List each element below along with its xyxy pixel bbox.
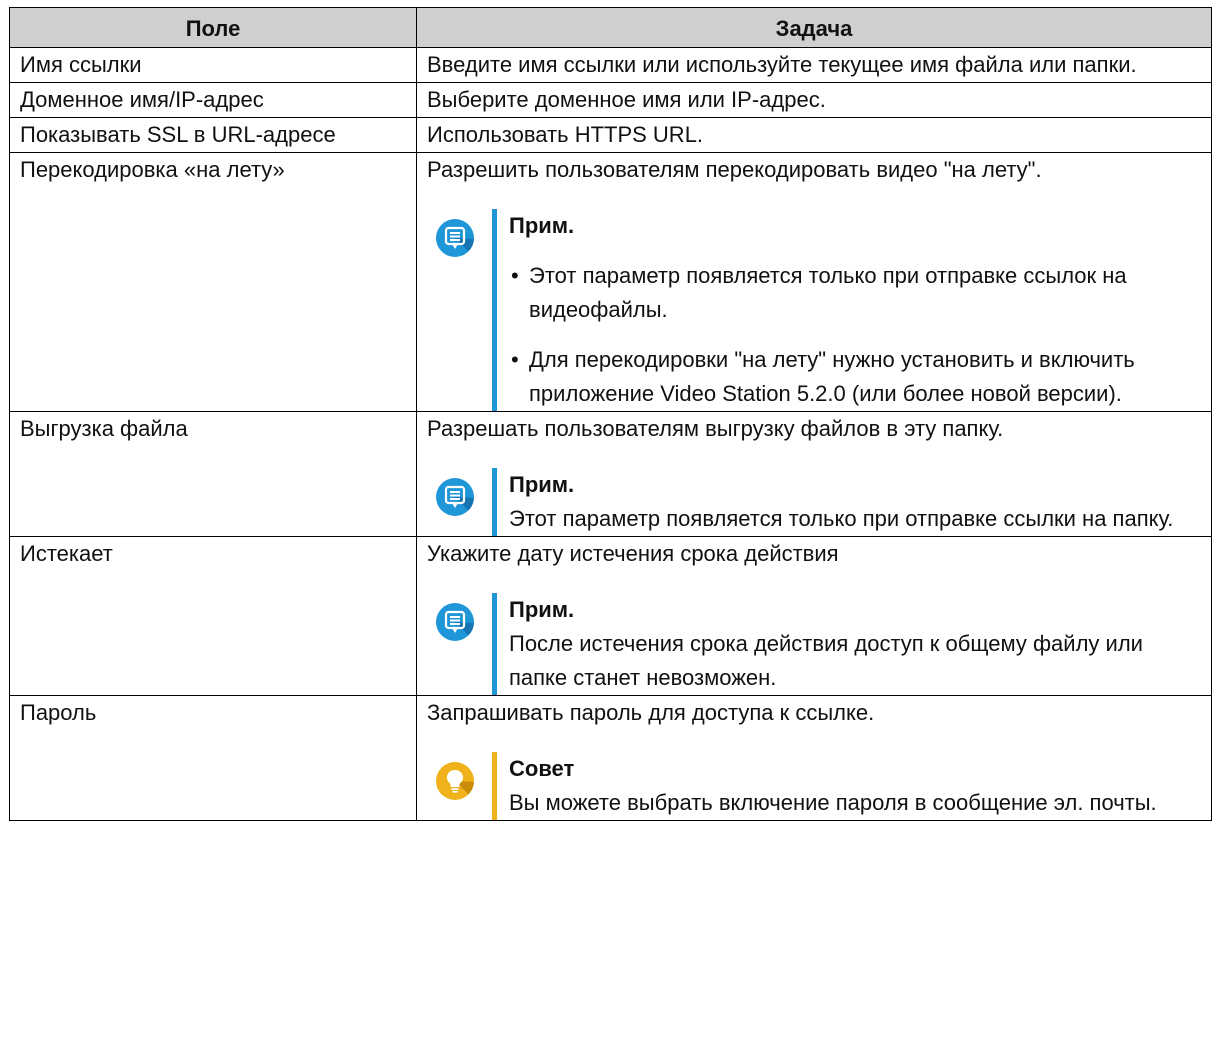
task-cell: Выберите доменное имя или IP-адрес.	[416, 82, 1212, 118]
list-item: Для перекодировки "на лету" нужно устано…	[509, 343, 1202, 411]
header-task: Задача	[416, 7, 1212, 48]
list-item: Этот параметр появляется только при отпр…	[509, 259, 1202, 327]
task-text: Выберите доменное имя или IP-адрес.	[427, 87, 826, 112]
tip-body: Совет Вы можете выбрать включение пароля…	[509, 752, 1202, 820]
task-text: Введите имя ссылки или используйте текущ…	[427, 52, 1137, 77]
note-accent-bar	[492, 468, 497, 536]
tip-text: Вы можете выбрать включение пароля в соо…	[509, 790, 1157, 815]
field-cell: Перекодировка «на лету»	[9, 152, 417, 412]
note-list: Этот параметр появляется только при отпр…	[509, 259, 1202, 411]
task-text: Запрашивать пароль для доступа к ссылке.	[427, 700, 875, 725]
table-row: Выгрузка файла Разрешать пользователям в…	[9, 411, 1212, 537]
table-row: Перекодировка «на лету» Разрешить пользо…	[9, 152, 1212, 412]
task-text: Использовать HTTPS URL.	[427, 122, 704, 147]
tip-accent-bar	[492, 752, 497, 820]
task-text: Разрешить пользователям перекодировать в…	[427, 157, 1042, 182]
settings-table: Поле Задача Имя ссылки Введите имя ссылк…	[9, 7, 1212, 821]
tip-callout: Совет Вы можете выбрать включение пароля…	[427, 752, 1202, 820]
table-row: Пароль Запрашивать пароль для доступа к …	[9, 695, 1212, 821]
field-cell: Выгрузка файла	[9, 411, 417, 537]
task-cell: Разрешать пользователям выгрузку файлов …	[416, 411, 1212, 537]
note-body: Прим. После истечения срока действия дос…	[509, 593, 1202, 695]
note-body: Прим. Этот параметр появляется только пр…	[509, 209, 1202, 411]
note-callout: Прим. Этот параметр появляется только пр…	[427, 209, 1202, 411]
table-row: Доменное имя/IP-адрес Выберите доменное …	[9, 82, 1212, 118]
note-body: Прим. Этот параметр появляется только пр…	[509, 468, 1202, 536]
task-text: Разрешать пользователям выгрузку файлов …	[427, 416, 1004, 441]
note-icon	[436, 478, 474, 516]
note-icon	[436, 603, 474, 641]
task-cell: Укажите дату истечения срока действия Пр…	[416, 536, 1212, 696]
note-label: Прим.	[509, 472, 575, 497]
field-cell: Показывать SSL в URL-адресе	[9, 117, 417, 153]
tip-label: Совет	[509, 756, 575, 781]
field-cell: Истекает	[9, 536, 417, 696]
task-text: Укажите дату истечения срока действия	[427, 541, 839, 566]
note-text: Этот параметр появляется только при отпр…	[509, 506, 1174, 531]
note-callout: Прим. Этот параметр появляется только пр…	[427, 468, 1202, 536]
header-field: Поле	[9, 7, 417, 48]
lightbulb-icon	[436, 762, 474, 800]
table-row: Имя ссылки Введите имя ссылки или исполь…	[9, 47, 1212, 83]
note-label: Прим.	[509, 213, 575, 238]
task-cell: Разрешить пользователям перекодировать в…	[416, 152, 1212, 412]
header-row: Поле Задача	[9, 7, 1212, 48]
field-cell: Пароль	[9, 695, 417, 821]
note-text: После истечения срока действия доступ к …	[509, 631, 1143, 690]
field-cell: Имя ссылки	[9, 47, 417, 83]
note-label: Прим.	[509, 597, 575, 622]
task-cell: Введите имя ссылки или используйте текущ…	[416, 47, 1212, 83]
table-row: Показывать SSL в URL-адресе Использовать…	[9, 117, 1212, 153]
note-icon	[436, 219, 474, 257]
note-callout: Прим. После истечения срока действия дос…	[427, 593, 1202, 695]
task-cell: Использовать HTTPS URL.	[416, 117, 1212, 153]
note-accent-bar	[492, 209, 497, 411]
table-row: Истекает Укажите дату истечения срока де…	[9, 536, 1212, 696]
task-cell: Запрашивать пароль для доступа к ссылке.…	[416, 695, 1212, 821]
field-cell: Доменное имя/IP-адрес	[9, 82, 417, 118]
note-accent-bar	[492, 593, 497, 695]
